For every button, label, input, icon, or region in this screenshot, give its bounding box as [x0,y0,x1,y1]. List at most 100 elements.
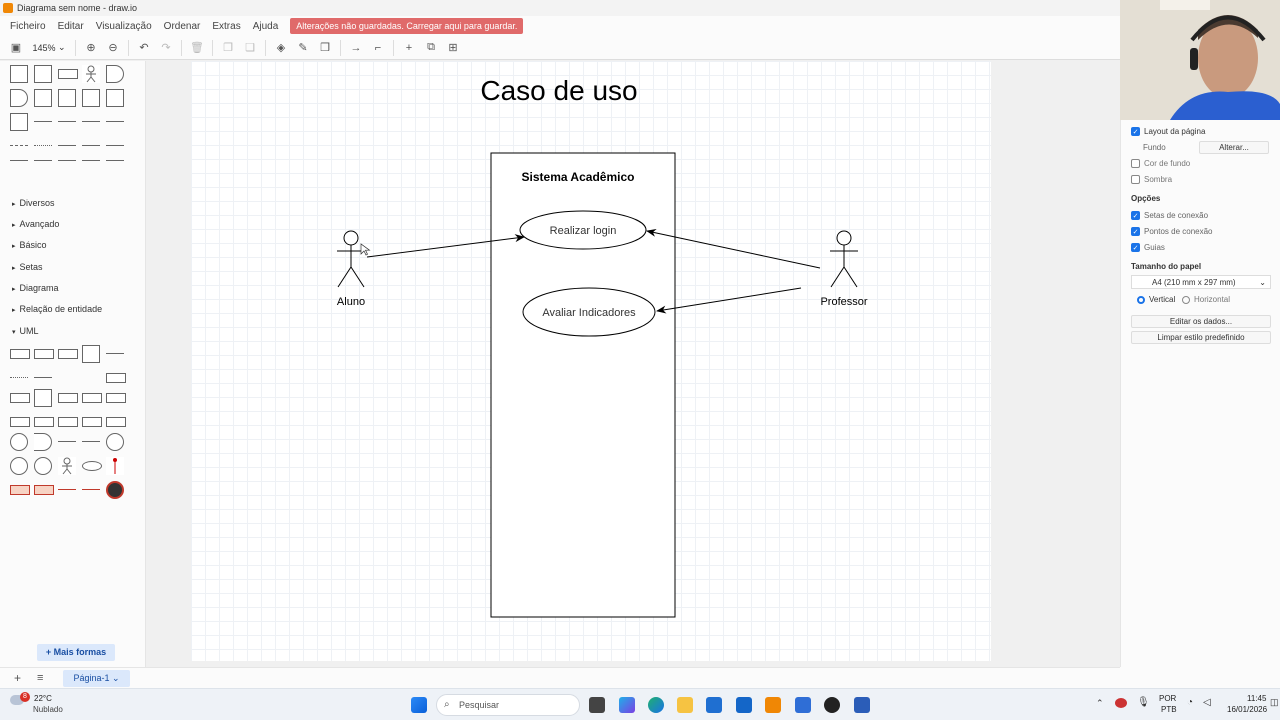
chevron-up-icon[interactable]: ⌃ [1096,698,1104,709]
zoom-in-icon[interactable]: ⊕ [80,37,102,59]
zoom-out-icon[interactable]: ⊖ [102,37,124,59]
outlook-icon[interactable] [736,697,752,713]
uml-state-2[interactable] [34,485,54,495]
uml-item[interactable] [106,353,124,354]
uml-circle[interactable] [10,433,28,451]
shape-connector-4[interactable] [82,160,100,161]
diagram-title[interactable]: Caso de uso [480,75,637,106]
option-connection-points[interactable]: ✓ Pontos de conexão [1131,227,1213,236]
uml-transition-2[interactable] [82,489,100,490]
unsaved-changes-notice[interactable]: Alterações não guardadas. Carregar aqui … [290,18,524,34]
orientation-vertical[interactable]: Vertical [1137,295,1175,304]
option-shadow[interactable]: Sombra [1131,175,1172,184]
uml-component[interactable] [34,389,52,407]
volume-icon[interactable]: ◁ [1203,697,1211,708]
microphone-icon[interactable]: 🎙 [1137,697,1150,708]
clock-date[interactable]: 16/01/2026 [1227,705,1267,714]
menu-visualizacao[interactable]: Visualização [96,21,152,32]
menu-ajuda[interactable]: Ajuda [253,21,279,32]
uml-use-case[interactable] [82,461,102,471]
uml-entity[interactable] [10,457,28,475]
shape-dashed-line[interactable] [10,145,28,146]
connection-icon[interactable]: → [345,37,367,59]
to-back-icon[interactable]: ❏ [239,37,261,59]
checkbox-checked-icon[interactable]: ✓ [1131,211,1140,220]
uml-note-5[interactable] [106,417,126,427]
shape-card[interactable] [34,65,52,83]
uml-note-3[interactable] [58,417,78,427]
uml-class-2[interactable] [34,349,54,359]
option-connection-arrows[interactable]: ✓ Setas de conexão [1131,211,1208,220]
shape-curve[interactable] [34,121,52,122]
category-relacao-entidade[interactable]: ▸ Relação de entidade [12,304,102,314]
shape-bidirectional-connector[interactable] [106,145,124,146]
change-background-button[interactable]: Alterar... [1199,141,1269,154]
weather-text[interactable]: Nublado [33,705,63,714]
clear-default-style-button[interactable]: Limpar estilo predefinido [1131,331,1271,344]
edge-icon[interactable] [648,697,664,713]
shape-connector-3[interactable] [58,160,76,161]
to-front-icon[interactable]: ❐ [217,37,239,59]
category-diagrama[interactable]: ▸ Diagrama [12,283,59,293]
shapes-icon[interactable]: ⧉ [420,37,442,59]
edit-data-button[interactable]: Editar os dados... [1131,315,1271,328]
shape-link[interactable] [106,121,124,122]
shape-actor[interactable] [82,65,100,83]
windows-start-icon[interactable] [411,697,427,713]
line-color-icon[interactable]: ✎ [292,37,314,59]
shadow-icon[interactable]: ❒ [314,37,336,59]
shape-and[interactable] [10,89,28,107]
task-view-icon[interactable] [589,697,605,713]
shape-arrow[interactable] [82,121,100,122]
option-guides[interactable]: ✓ Guias [1131,243,1165,252]
redo-icon[interactable]: ↷ [155,37,177,59]
shape-dotted-line[interactable] [34,145,52,146]
checkbox-checked-icon[interactable]: ✓ [1131,227,1140,236]
uml-package[interactable] [82,393,102,403]
diagram-page[interactable]: Caso de uso Sistema Acadêmico Realizar l… [191,61,991,661]
orientation-horizontal[interactable]: Horizontal [1182,295,1230,304]
checkbox-unchecked-icon[interactable] [1131,159,1140,168]
checkbox-checked-icon[interactable]: ✓ [1131,243,1140,252]
sidebar-toggle-icon[interactable]: ▣ [5,37,27,59]
table-icon[interactable]: ⊞ [442,37,464,59]
shape-note[interactable] [10,65,28,83]
category-diversos[interactable]: ▸ Diversos [12,198,55,208]
uml-transition-1[interactable] [58,489,76,490]
actor-aluno[interactable] [337,230,365,288]
shape-connector-1[interactable] [10,160,28,161]
uml-class-4[interactable] [82,345,100,363]
uml-class[interactable] [10,349,30,359]
category-basico[interactable]: ▸ Básico [12,240,47,250]
notification-bell-icon[interactable]: ◫ [1270,697,1279,708]
shape-frame[interactable] [58,89,76,107]
add-page-icon[interactable]: + [14,671,21,685]
shape-arrow-bidirectional[interactable] [58,121,76,122]
uml-provided-interface[interactable] [82,441,100,442]
delete-icon[interactable]: 🗑 [186,37,208,59]
pages-menu-icon[interactable]: ≡ [37,672,43,684]
shape-swimlane[interactable] [106,89,124,107]
uml-lifeline-red[interactable] [106,457,124,475]
shape-callout[interactable] [58,69,78,79]
uml-final-state[interactable] [106,481,124,499]
paper-size-select[interactable]: A4 (210 mm x 297 mm) ⌄ [1131,275,1271,289]
diagram-canvas-area[interactable]: Caso de uso Sistema Acadêmico Realizar l… [147,61,1120,667]
uml-spacer[interactable] [58,377,76,378]
word-icon[interactable] [854,697,870,713]
shape-data-storage[interactable] [34,89,52,107]
copilot-icon[interactable] [619,697,635,713]
taskbar-search[interactable]: ⌕ Pesquisar [436,694,580,716]
checkbox-checked-icon[interactable]: ✓ [1131,127,1140,136]
wifi-icon[interactable]: ◔ [1187,697,1193,708]
notepad-icon[interactable] [795,697,811,713]
uml-text[interactable] [10,377,28,378]
uml-divider[interactable] [34,377,52,378]
uml-state-1[interactable] [10,485,30,495]
obs-icon[interactable] [824,697,840,713]
option-page-layout[interactable]: ✓ Layout da página [1131,127,1205,136]
uml-required-interface[interactable] [58,441,76,442]
uml-object[interactable] [106,373,126,383]
uml-label[interactable] [82,377,100,378]
category-avancado[interactable]: ▸ Avançado [12,219,59,229]
